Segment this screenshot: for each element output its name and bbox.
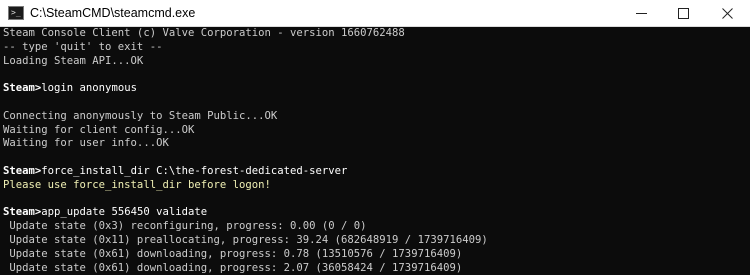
- console-line: Loading Steam API...OK: [3, 55, 750, 69]
- close-button[interactable]: [705, 0, 750, 26]
- console-line: -- type 'quit' to exit --: [3, 41, 750, 55]
- title-bar[interactable]: >_ C:\SteamCMD\steamcmd.exe: [0, 0, 750, 27]
- console-line: Steam Console Client (c) Valve Corporati…: [3, 27, 750, 41]
- command-text: app_update 556450 validate: [41, 206, 208, 219]
- steam-prompt: Steam>: [3, 82, 42, 95]
- console-line: Please use force_install_dir before logo…: [3, 179, 750, 193]
- output-text: Connecting anonymously to Steam Public..…: [3, 109, 278, 122]
- console-line: Update state (0x3) reconfiguring, progre…: [3, 220, 750, 234]
- output-text: Update state (0x11) preallocating, progr…: [3, 233, 488, 246]
- maximize-button[interactable]: [663, 0, 705, 26]
- output-text: Update state (0x3) reconfiguring, progre…: [3, 220, 367, 233]
- console-line: Update state (0x61) downloading, progres…: [3, 262, 750, 275]
- command-text: login anonymous: [41, 82, 137, 95]
- command-text: force_install_dir C:\the-forest-dedicate…: [41, 164, 348, 177]
- console-window: >_ C:\SteamCMD\steamcmd.exe Steam Consol…: [0, 0, 750, 275]
- window-title: C:\SteamCMD\steamcmd.exe: [30, 6, 196, 20]
- console-line: Update state (0x11) preallocating, progr…: [3, 234, 750, 248]
- console-line: Waiting for user info...OK: [3, 137, 750, 151]
- warning-text: Please use force_install_dir before logo…: [3, 178, 271, 191]
- steam-prompt: Steam>: [3, 206, 42, 219]
- minimize-button[interactable]: [621, 0, 663, 26]
- steam-prompt: Steam>: [3, 164, 42, 177]
- output-text: Update state (0x61) downloading, progres…: [3, 247, 463, 260]
- console-line: Update state (0x61) downloading, progres…: [3, 248, 750, 262]
- console-line: Steam>force_install_dir C:\the-forest-de…: [3, 165, 750, 179]
- output-text: Steam Console Client (c) Valve Corporati…: [3, 27, 405, 39]
- output-text: Update state (0x61) downloading, progres…: [3, 261, 463, 274]
- console-output[interactable]: Steam Console Client (c) Valve Corporati…: [0, 27, 750, 275]
- console-line: Connecting anonymously to Steam Public..…: [3, 110, 750, 124]
- console-line: Waiting for client config...OK: [3, 124, 750, 138]
- output-text: Loading Steam API...OK: [3, 54, 144, 67]
- close-icon: [722, 8, 733, 19]
- console-app-icon[interactable]: >_: [8, 6, 24, 20]
- output-text: -- type 'quit' to exit --: [3, 40, 163, 53]
- output-text: Waiting for user info...OK: [3, 137, 169, 150]
- output-text: Waiting for client config...OK: [3, 123, 195, 136]
- console-line: Steam>login anonymous: [3, 82, 750, 96]
- console-line: Steam>app_update 556450 validate: [3, 206, 750, 220]
